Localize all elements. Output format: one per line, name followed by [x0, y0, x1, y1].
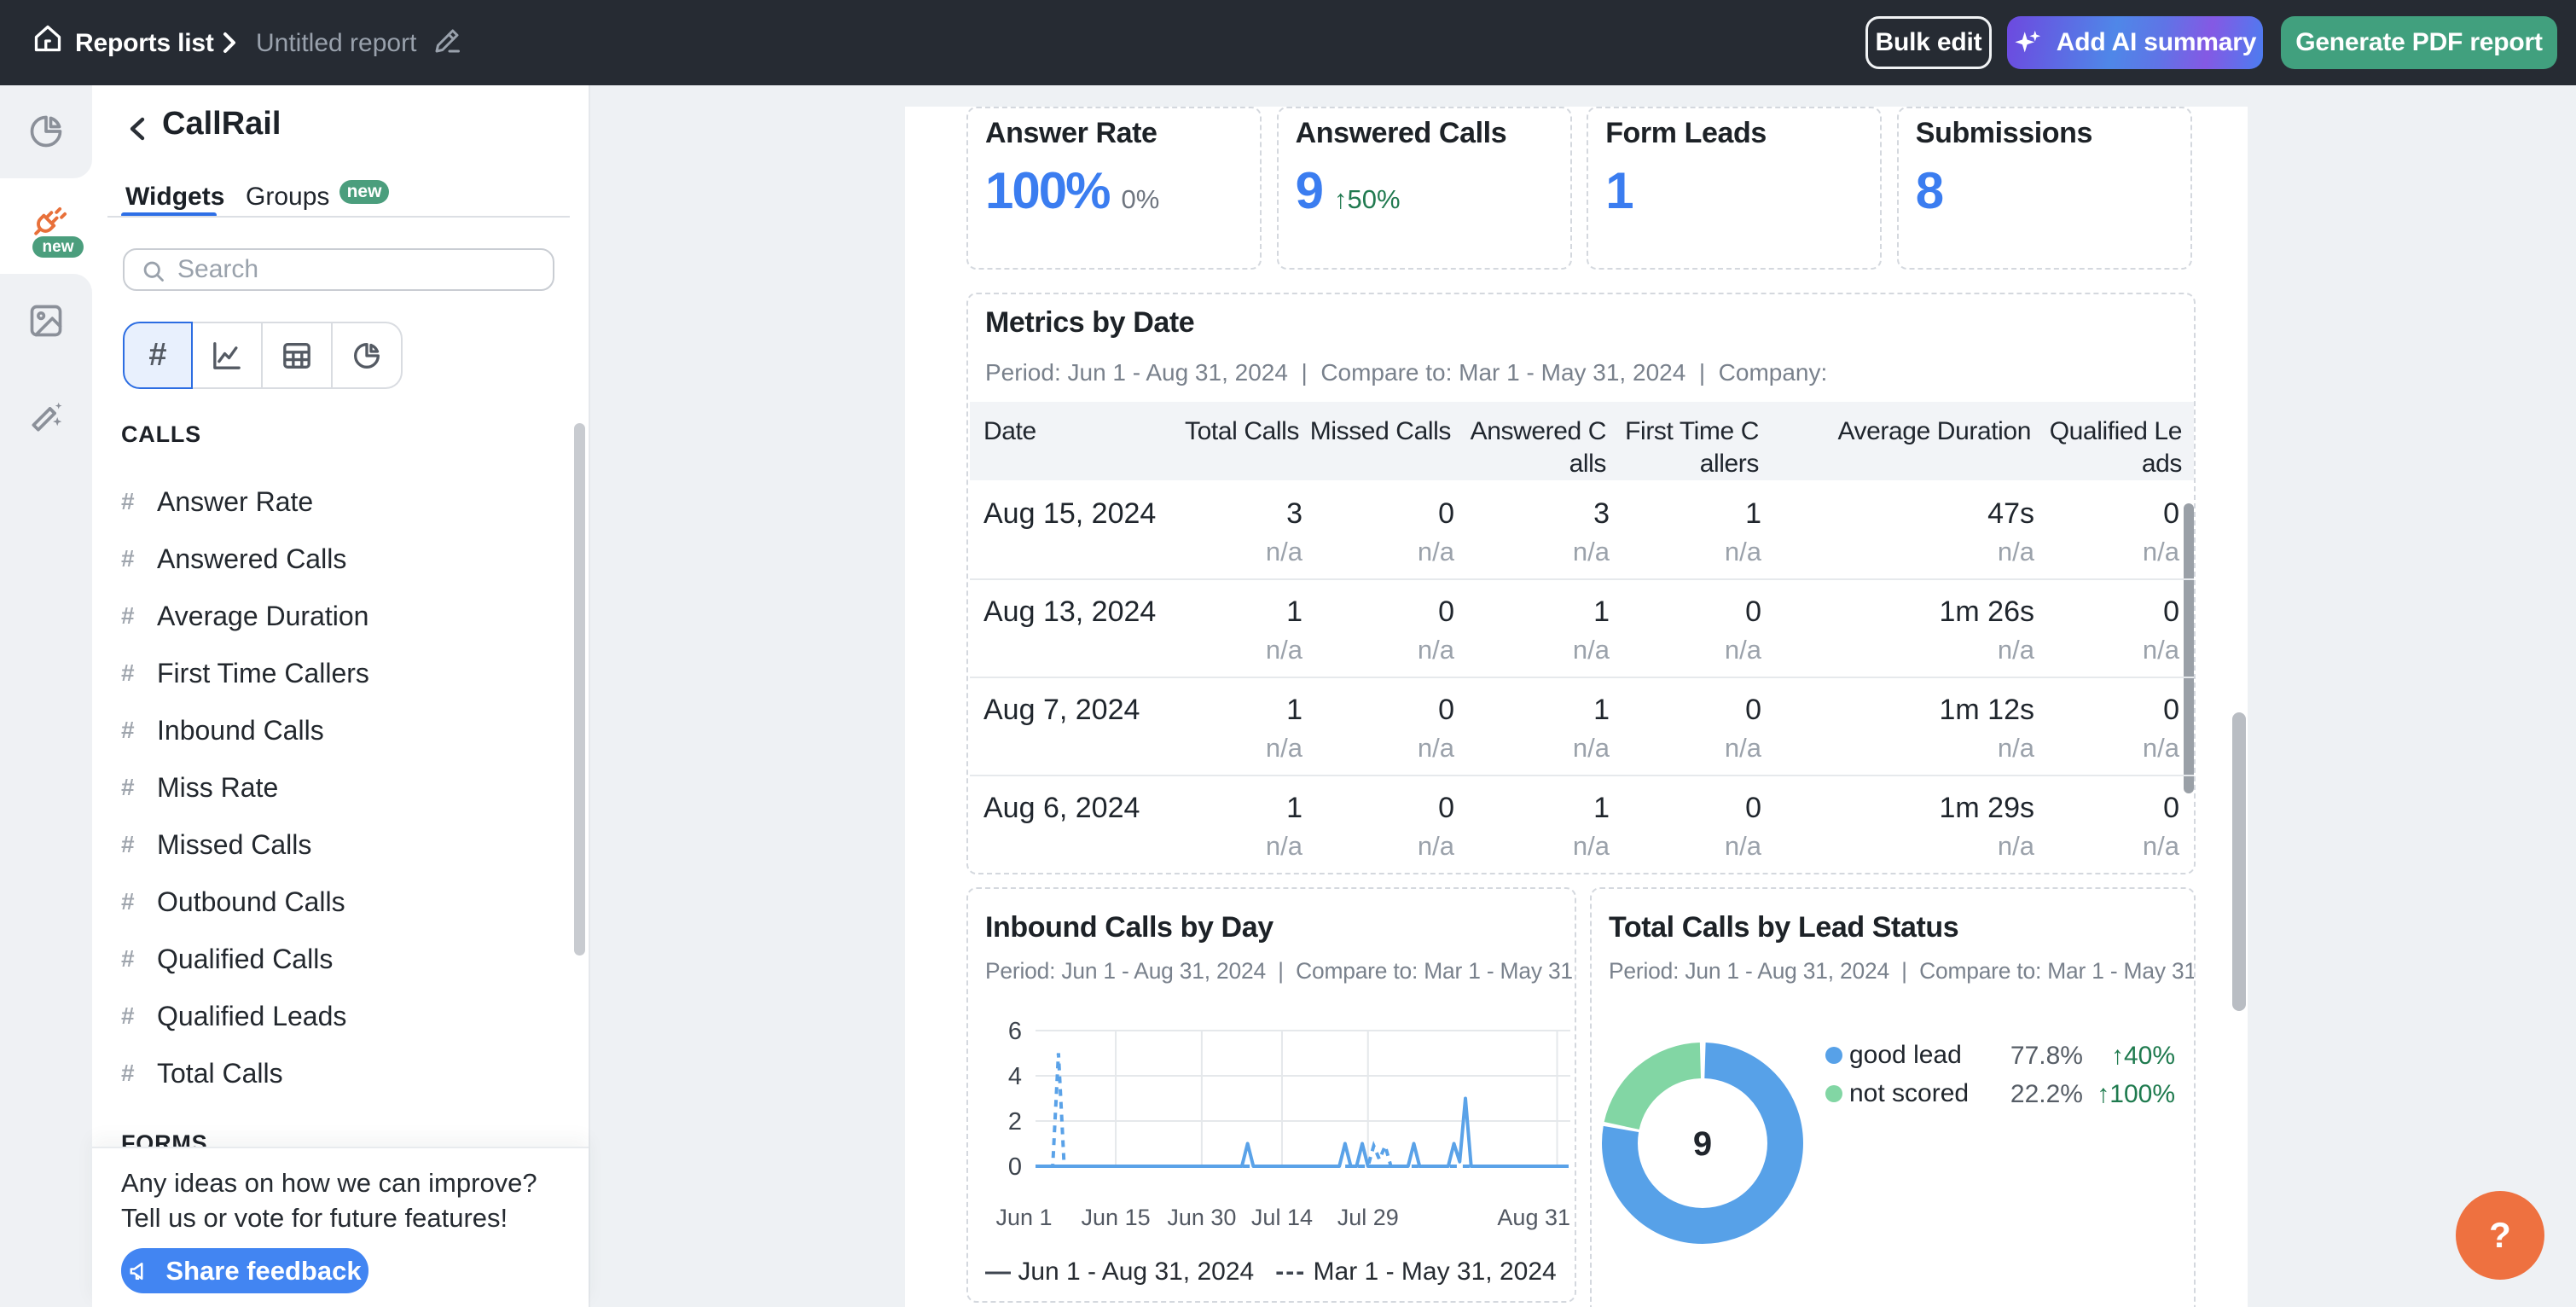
svg-text:4: 4: [1008, 1063, 1022, 1090]
svg-text:Aug 31: Aug 31: [1497, 1205, 1570, 1230]
svg-text:Jun 1: Jun 1: [996, 1205, 1053, 1230]
svg-text:0: 0: [1008, 1153, 1022, 1181]
svg-text:Jul 29: Jul 29: [1337, 1205, 1399, 1230]
svg-text:Jul 14: Jul 14: [1251, 1205, 1313, 1230]
svg-text:Jun 15: Jun 15: [1082, 1205, 1151, 1230]
svg-text:Jun 30: Jun 30: [1167, 1205, 1236, 1230]
svg-text:9: 9: [1693, 1125, 1712, 1163]
svg-text:6: 6: [1008, 1018, 1022, 1045]
svg-text:2: 2: [1008, 1108, 1022, 1136]
